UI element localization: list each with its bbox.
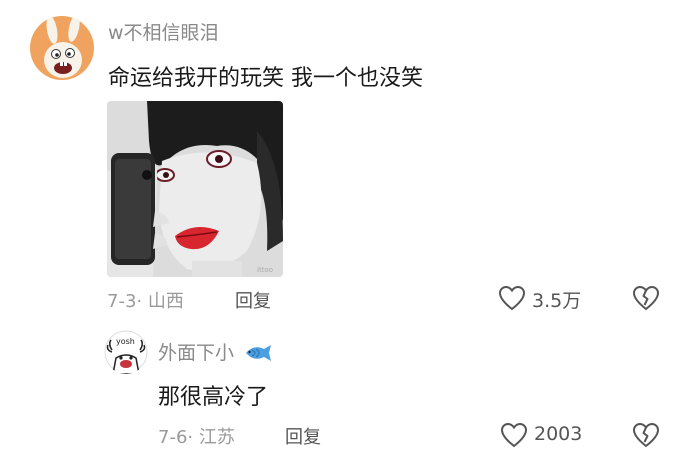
reply-like-count: 2003 <box>534 423 583 445</box>
reply-date-location: 7-6· 江苏 <box>158 427 235 448</box>
comment-like-button[interactable]: 3.5万 <box>498 284 592 312</box>
comment-text: 命运给我开的玩笑 我一个也没笑 <box>108 66 423 91</box>
reply-username[interactable]: 外面下小 <box>158 338 272 367</box>
reply-dislike-button[interactable] <box>632 422 660 448</box>
reply-avatar[interactable]: yosh <box>104 330 148 374</box>
reply-reply-button[interactable]: 回复 <box>285 423 321 449</box>
comment-like-count: 3.5万 <box>532 290 582 312</box>
reply-username-text: 外面下小 <box>158 342 235 364</box>
broken-heart-icon <box>632 422 660 448</box>
avatar[interactable] <box>30 16 94 80</box>
fish-icon <box>244 344 272 367</box>
reply-like-button[interactable]: 2003 <box>500 421 596 449</box>
comment-date-location: 7-3· 山西 <box>107 291 184 312</box>
comment-image[interactable]: ittoo <box>107 101 283 277</box>
broken-heart-icon <box>632 285 660 311</box>
comment-username[interactable]: w不相信眼泪 <box>108 18 219 45</box>
image-watermark: ittoo <box>257 266 273 274</box>
reply-text: 那很高冷了 <box>158 385 269 410</box>
heart-icon <box>498 285 526 311</box>
comment-reply-button[interactable]: 回复 <box>235 287 271 313</box>
heart-icon <box>500 422 528 448</box>
reply-avatar-text: yosh <box>116 337 135 346</box>
comment-dislike-button[interactable] <box>632 285 660 311</box>
